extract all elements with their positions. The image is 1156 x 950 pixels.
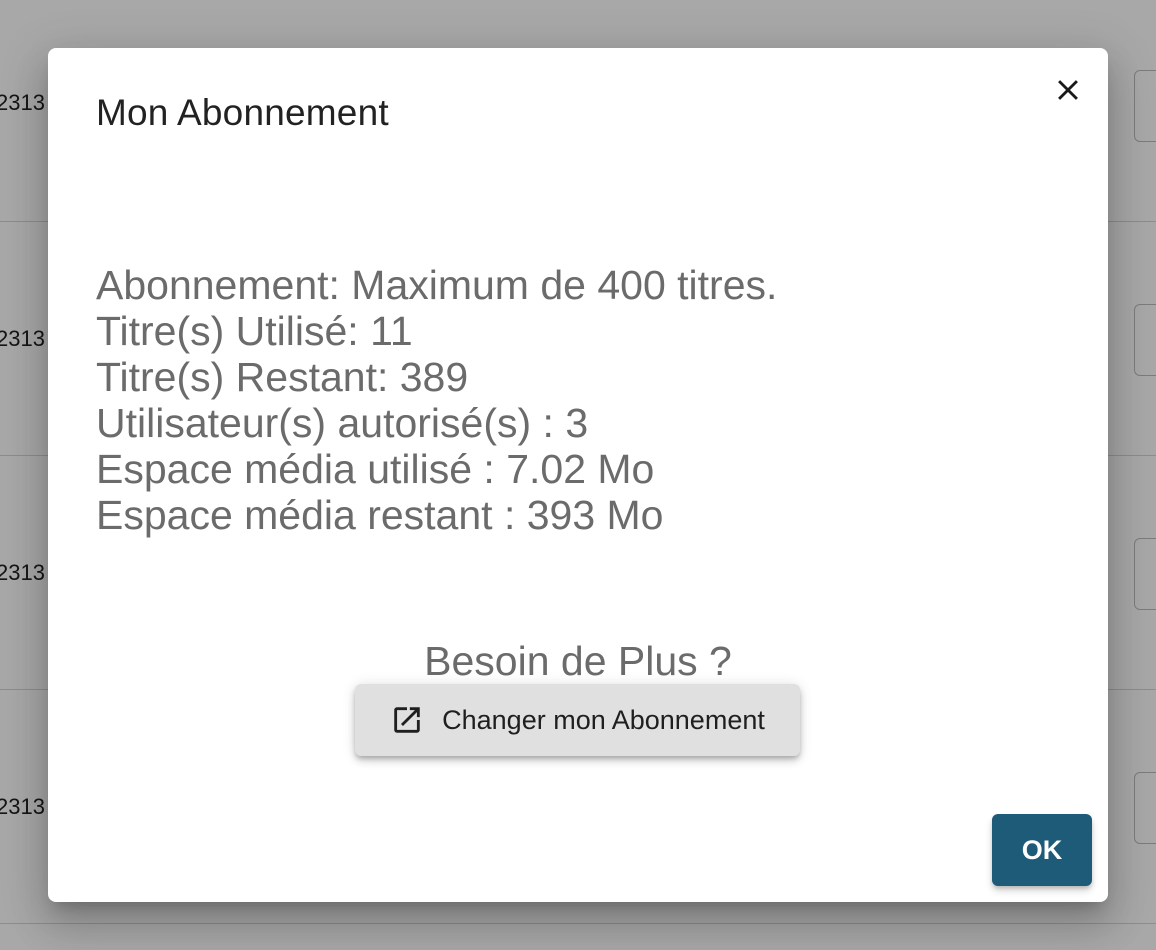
ok-button[interactable]: OK xyxy=(992,814,1092,886)
open-in-new-icon xyxy=(394,707,420,733)
close-button[interactable] xyxy=(1044,66,1092,114)
dialog-title: Mon Abonnement xyxy=(96,92,389,133)
subscription-info: Abonnement: Maximum de 400 titres. Titre… xyxy=(96,262,1056,538)
change-subscription-label: Changer mon Abonnement xyxy=(442,704,765,735)
close-icon xyxy=(1058,80,1078,100)
change-subscription-button[interactable]: Changer mon Abonnement xyxy=(355,684,800,756)
authorized-users-line: Utilisateur(s) autorisé(s) : 3 xyxy=(96,400,589,446)
media-space-used-line: Espace média utilisé : 7.02 Mo xyxy=(96,446,655,492)
subscription-plan-line: Abonnement: Maximum de 400 titres. xyxy=(96,262,778,308)
subscription-dialog: Mon Abonnement Abonnement: Maximum de 40… xyxy=(48,48,1108,902)
titles-remaining-line: Titre(s) Restant: 389 xyxy=(96,354,469,400)
titles-used-line: Titre(s) Utilisé: 11 xyxy=(96,308,413,354)
media-space-remaining-line: Espace média restant : 393 Mo xyxy=(96,492,664,538)
need-more-heading: Besoin de Plus ? xyxy=(424,638,732,684)
